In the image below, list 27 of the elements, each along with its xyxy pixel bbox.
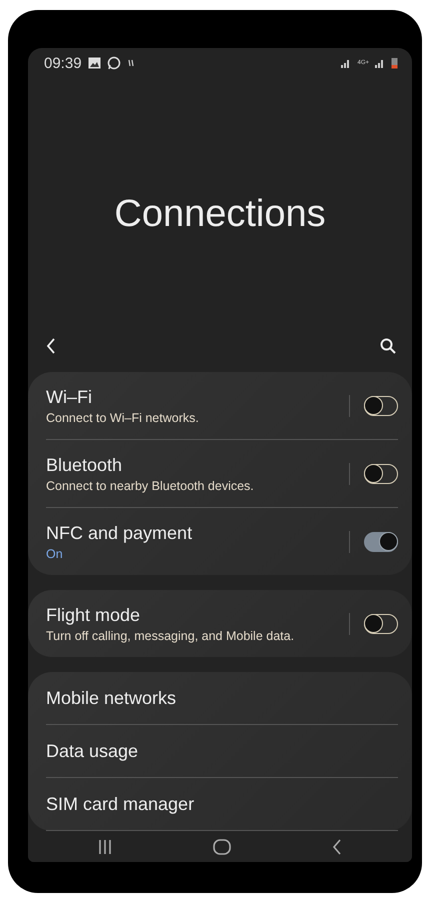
setting-status: On [46,546,64,560]
toggle-switch[interactable] [364,532,398,552]
battery-icon [391,57,398,69]
menu-item[interactable]: Data usage [46,740,138,762]
toggle-switch[interactable] [364,396,398,416]
signal-icon [341,58,352,68]
gallery-icon [88,57,101,69]
menu-item[interactable]: SIM card manager [46,794,194,814]
recent-apps-icon[interactable] [98,839,112,855]
setting-title: NFC and payment [46,522,194,544]
home-icon[interactable] [212,839,231,855]
toggle-switch[interactable] [364,614,398,634]
signal-icon [375,58,385,68]
setting-description: Turn off calling, messaging, and Mobile data. [46,628,296,642]
setting-title: Wi–Fi [46,386,93,408]
page-title: Connections [114,192,326,236]
back-icon[interactable] [332,839,342,855]
setting-title: Bluetooth [46,454,124,476]
status-time: 09:39 [44,54,82,72]
chat-bubble-icon [106,56,121,70]
search-icon[interactable] [380,338,396,354]
toggle-switch[interactable] [364,464,398,484]
notification-icon [126,58,135,68]
setting-description: Connect to Wi–Fi networks. [46,410,200,424]
setting-title: Flight mode [46,604,142,626]
setting-description: Connect to nearby Bluetooth devices. [46,478,255,492]
menu-item[interactable]: Mobile networks [46,688,176,708]
